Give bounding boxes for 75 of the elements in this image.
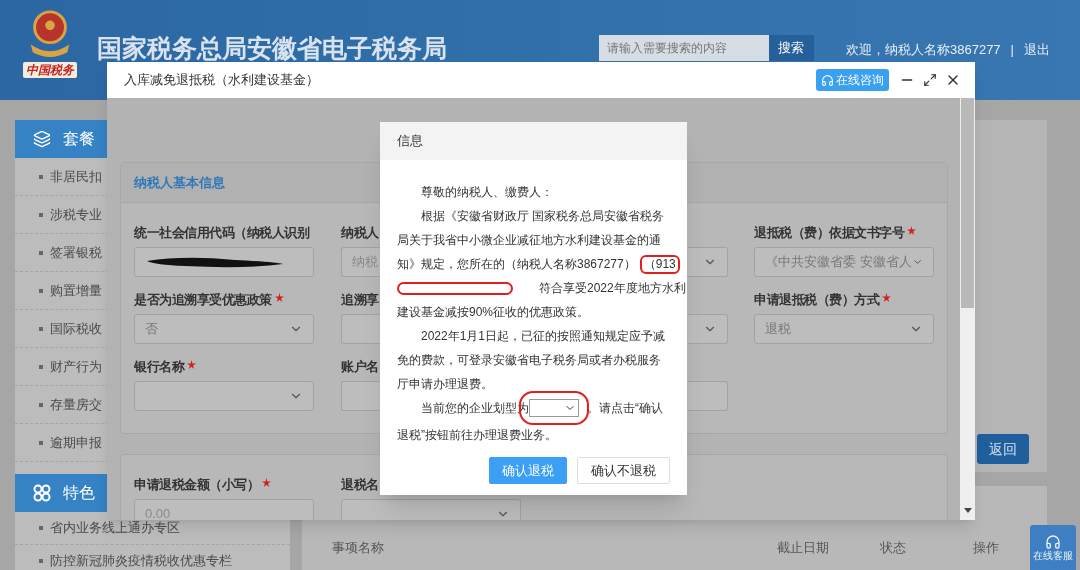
field-label: 退税名: [341, 476, 379, 494]
bullet-icon: [39, 402, 43, 407]
select-field[interactable]: [688, 247, 728, 277]
dialog-title: 信息: [397, 132, 423, 151]
field-label: 申请退税金额（小写）: [134, 476, 259, 494]
bullet-icon: [39, 212, 43, 217]
bullet-icon: [39, 559, 43, 563]
circled-text: （913: [639, 254, 680, 274]
notice-text: 根据《安徽省财政厅 国家税务总局安徽省税务: [420, 208, 665, 225]
layers-icon: [33, 130, 51, 148]
select-field[interactable]: 退税: [754, 314, 934, 344]
input-field[interactable]: [688, 381, 728, 411]
select-field[interactable]: [341, 499, 521, 520]
select-field[interactable]: [134, 381, 314, 411]
type-suffix-text: 。请点击“确认: [587, 400, 663, 417]
logo-text: 中国税务: [23, 62, 77, 78]
bullet-icon: [39, 288, 43, 293]
select-field[interactable]: [341, 314, 381, 344]
bullet-icon: [39, 526, 43, 530]
headset-icon: [1045, 533, 1061, 550]
field-label: 统一社会信用代码（纳税人识别: [134, 224, 309, 242]
column-header: 事项名称: [332, 539, 385, 557]
window-title: 入库减免退抵税（水利建设基金）: [124, 71, 319, 90]
search-button[interactable]: 搜索: [769, 35, 814, 61]
field-label: 追溯享: [341, 291, 379, 309]
headset-icon: [821, 73, 834, 87]
bullet-icon: [39, 250, 43, 255]
clover-icon: [33, 484, 51, 502]
bullet-icon: [39, 440, 43, 445]
redacted-field[interactable]: [134, 247, 314, 277]
site-title: 国家税务总局安徽省电子税务局: [97, 34, 447, 62]
notice-text: 局关于我省中小微企业减征地方水利建设基金的通: [397, 232, 661, 249]
confirm-button[interactable]: 确认退税: [489, 457, 567, 484]
scroll-down-icon[interactable]: [963, 508, 972, 514]
select-field[interactable]: [688, 314, 728, 344]
field-label: 银行名称: [134, 358, 184, 376]
back-button[interactable]: 返回: [977, 434, 1029, 464]
search-placeholder: 请输入需要搜索的内容: [607, 40, 727, 57]
sidebar-item[interactable]: 防控新冠肺炎疫情税收优惠专栏: [15, 545, 290, 570]
logout-link[interactable]: 退出: [1024, 40, 1050, 60]
column-header: 状态: [880, 539, 907, 557]
field-label: 纳税人: [341, 224, 379, 242]
select-value: 《中共安徽省委 安徽省人: [765, 253, 912, 272]
enterprise-type-select[interactable]: [529, 399, 579, 417]
type-suffix-text: 退税”按钮前往办理退费业务。: [397, 427, 557, 444]
bullet-icon: [39, 326, 43, 331]
greeting-text: 尊敬的纳税人、缴费人：: [420, 184, 553, 201]
bullet-icon: [39, 364, 43, 369]
select-value: 否: [145, 320, 158, 339]
cancel-button[interactable]: 确认不退税: [577, 457, 670, 484]
column-header: 截止日期: [777, 539, 830, 557]
select-field[interactable]: 否: [134, 314, 314, 344]
field-label: 申请退抵税（费）方式: [754, 291, 879, 309]
online-service-button[interactable]: 在线客服: [1030, 525, 1076, 570]
column-header: 操作: [973, 539, 1000, 557]
welcome-text: 欢迎，纳税人名称3867277: [846, 41, 1001, 59]
select-value: 退税: [765, 320, 791, 339]
notice-text: 符合享受2022年度地方水利: [539, 280, 686, 297]
search-field[interactable]: 请输入需要搜索的内容: [599, 35, 769, 61]
scrollbar[interactable]: [960, 98, 975, 520]
field-label: 是否为追溯享受优惠政策: [134, 291, 272, 309]
refund-note: 免的费款，可登录安徽省电子税务局或者办税服务: [397, 352, 661, 369]
refund-note: 2022年1月1日起，已征的按照通知规定应予减: [420, 328, 666, 345]
field-label: 账户名: [341, 358, 379, 376]
maximize-icon[interactable]: [923, 73, 937, 87]
field-label: 退抵税（费）依据文书字号: [754, 224, 904, 242]
separator-text: |: [1010, 41, 1014, 59]
input-field[interactable]: [341, 381, 381, 411]
select-field[interactable]: 《中共安徽省委 安徽省人: [754, 247, 934, 277]
panel-title: 纳税人基本信息: [134, 173, 225, 192]
refund-note: 厅申请办理退费。: [397, 376, 493, 393]
consult-button[interactable]: 在线咨询: [816, 69, 889, 91]
notice-text: 知》规定，您所在的（纳税人名称3867277）: [397, 256, 636, 273]
bullet-icon: [39, 174, 43, 179]
notice-text: 建设基金减按90%征收的优惠政策。: [397, 304, 590, 321]
